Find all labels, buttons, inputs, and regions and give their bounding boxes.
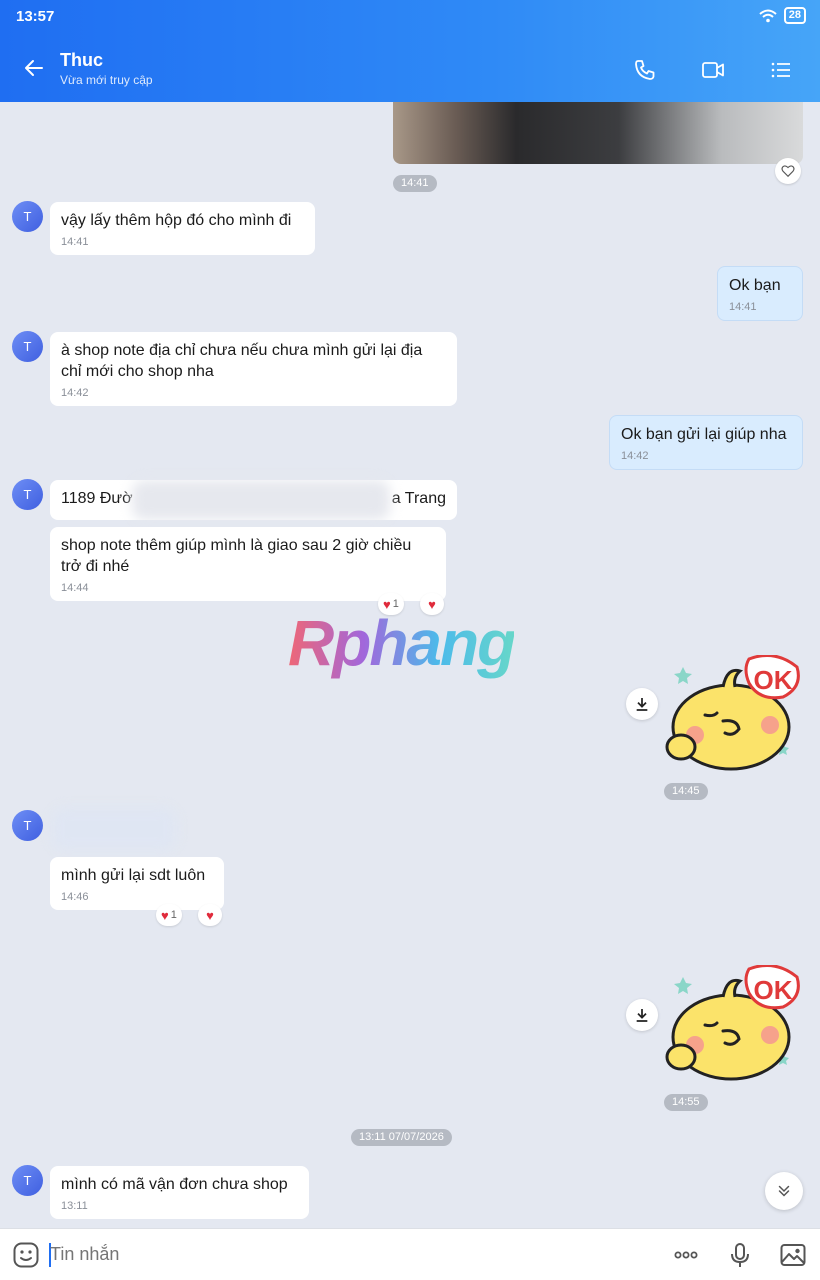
avatar[interactable]: T bbox=[12, 1165, 43, 1196]
status-icons: 28 bbox=[758, 7, 806, 24]
ok-sticker[interactable]: OK bbox=[665, 655, 805, 775]
emoji-icon[interactable] bbox=[12, 1241, 40, 1269]
redacted-blur bbox=[52, 808, 176, 850]
reaction-badge[interactable]: ♥ 1 bbox=[156, 904, 182, 926]
watermark-logo: Rphang bbox=[288, 607, 516, 679]
message-time: 14:44 bbox=[61, 582, 89, 594]
message-text-start: 1189 Đườ bbox=[61, 490, 133, 507]
message-text: Ok bạn bbox=[729, 277, 781, 294]
heart-icon: ♥ bbox=[206, 907, 214, 923]
message-text: mình có mã vận đơn chưa shop bbox=[61, 1176, 288, 1193]
message-incoming[interactable]: mình gửi lại sdt luôn 14:46 bbox=[50, 857, 224, 910]
battery-badge: 28 bbox=[783, 7, 806, 24]
react-button[interactable]: ♥ bbox=[198, 904, 222, 926]
video-call-icon[interactable] bbox=[701, 58, 725, 82]
sticker-time: 14:45 bbox=[664, 783, 708, 800]
message-text: vậy lấy thêm hộp đó cho mình đi bbox=[61, 212, 292, 229]
heart-icon[interactable] bbox=[775, 158, 801, 184]
message-incoming[interactable]: mình có mã vận đơn chưa shop 13:11 bbox=[50, 1166, 309, 1219]
contact-name[interactable]: Thuc bbox=[60, 50, 103, 71]
message-time: 14:42 bbox=[61, 387, 89, 399]
chat-header: 13:57 28 Thuc Vừa mới truy cập bbox=[0, 0, 820, 102]
message-outgoing[interactable]: Ok bạn gửi lại giúp nha 14:42 bbox=[609, 415, 803, 470]
message-time: 14:42 bbox=[621, 450, 649, 462]
sticker-text: OK bbox=[754, 665, 793, 695]
wifi-icon bbox=[759, 9, 777, 22]
heart-icon: ♥ bbox=[161, 907, 169, 923]
avatar[interactable]: T bbox=[12, 331, 43, 362]
download-icon[interactable] bbox=[626, 999, 658, 1031]
more-icon[interactable] bbox=[672, 1241, 700, 1269]
avatar[interactable]: T bbox=[12, 201, 43, 232]
message-time: 13:11 bbox=[61, 1200, 88, 1212]
photo-time: 14:41 bbox=[393, 175, 437, 192]
photo-message[interactable] bbox=[393, 102, 803, 164]
message-outgoing[interactable]: Ok bạn 14:41 bbox=[717, 266, 803, 321]
message-incoming[interactable]: shop note thêm giúp mình là giao sau 2 g… bbox=[50, 527, 446, 601]
scroll-to-bottom-button[interactable] bbox=[765, 1172, 803, 1210]
status-time: 13:57 bbox=[16, 8, 55, 25]
download-icon[interactable] bbox=[626, 688, 658, 720]
avatar[interactable]: T bbox=[12, 479, 43, 510]
ok-sticker[interactable]: OK bbox=[665, 965, 805, 1085]
message-input-bar bbox=[0, 1228, 820, 1280]
avatar[interactable]: T bbox=[12, 810, 43, 841]
message-text: mình gửi lại sdt luôn bbox=[61, 867, 206, 884]
message-incoming[interactable]: vậy lấy thêm hộp đó cho mình đi 14:41 bbox=[50, 202, 315, 255]
microphone-icon[interactable] bbox=[726, 1241, 754, 1269]
message-time: 14:41 bbox=[61, 236, 89, 248]
reaction-count: 1 bbox=[170, 909, 177, 921]
back-arrow-icon[interactable] bbox=[22, 56, 46, 80]
sticker-text: OK bbox=[754, 975, 793, 1005]
list-menu-icon[interactable] bbox=[769, 58, 793, 82]
contact-status: Vừa mới truy cập bbox=[60, 73, 153, 87]
message-text-end: a Trang bbox=[391, 490, 446, 507]
message-text: shop note thêm giúp mình là giao sau 2 g… bbox=[61, 537, 412, 575]
message-time: 14:41 bbox=[729, 301, 757, 313]
message-time: 14:46 bbox=[61, 891, 89, 903]
message-input[interactable] bbox=[50, 1244, 610, 1265]
date-divider: 13:11 07/07/2026 bbox=[351, 1129, 452, 1146]
redacted-blur bbox=[132, 480, 390, 520]
image-icon[interactable] bbox=[779, 1241, 807, 1269]
sticker-time: 14:55 bbox=[664, 1094, 708, 1111]
chevron-down-icon bbox=[778, 1185, 790, 1197]
phone-icon[interactable] bbox=[633, 58, 657, 82]
message-incoming[interactable]: à shop note địa chỉ chưa nếu chưa mình g… bbox=[50, 332, 457, 406]
message-text: Ok bạn gửi lại giúp nha bbox=[621, 426, 787, 443]
message-text: à shop note địa chỉ chưa nếu chưa mình g… bbox=[61, 342, 423, 380]
